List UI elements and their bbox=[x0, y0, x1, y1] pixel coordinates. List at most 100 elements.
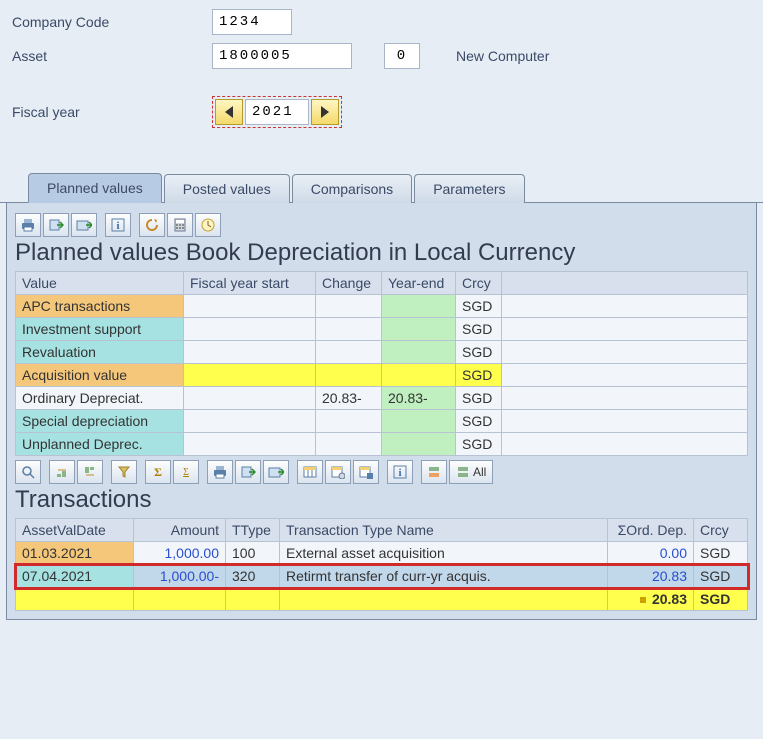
row-crcy: SGD bbox=[456, 364, 502, 387]
planned-values-row[interactable]: Ordinary Depreciat.20.83-20.83-SGD bbox=[16, 387, 748, 410]
col-amount[interactable]: Amount bbox=[134, 519, 226, 542]
tx-total-dep: 20.83 bbox=[608, 588, 694, 611]
tx-name: Retirmt transfer of curr-yr acquis. bbox=[280, 565, 608, 588]
select-all-label: All bbox=[473, 465, 486, 479]
sort-asc-button[interactable] bbox=[49, 460, 75, 484]
refresh-icon bbox=[144, 218, 160, 232]
row-yearend: 20.83- bbox=[382, 387, 456, 410]
planned-values-row[interactable]: RevaluationSGD bbox=[16, 341, 748, 364]
tab-parameters[interactable]: Parameters bbox=[414, 174, 524, 203]
row-fys bbox=[184, 295, 316, 318]
tx-total-spacer bbox=[134, 588, 226, 611]
row-change bbox=[316, 364, 382, 387]
send2-button[interactable] bbox=[263, 460, 289, 484]
tx-amount: 1,000.00- bbox=[134, 565, 226, 588]
asset-description: New Computer bbox=[456, 48, 549, 64]
asset-subnumber-input[interactable] bbox=[384, 43, 420, 69]
export-button[interactable] bbox=[43, 213, 69, 237]
row-fys bbox=[184, 341, 316, 364]
tx-total-crcy: SGD bbox=[694, 588, 748, 611]
printer-icon bbox=[212, 465, 228, 479]
transaction-total-row: 20.83SGD bbox=[16, 588, 748, 611]
fiscal-year-label: Fiscal year bbox=[12, 104, 212, 120]
transaction-row[interactable]: 07.04.20211,000.00-320Retirmt transfer o… bbox=[16, 565, 748, 588]
sum-button[interactable]: Σ bbox=[145, 460, 171, 484]
select-all-icon bbox=[456, 465, 470, 479]
tx-date: 07.04.2021 bbox=[16, 565, 134, 588]
tx-ttype: 100 bbox=[226, 542, 280, 565]
clock-icon bbox=[201, 218, 215, 232]
tab-posted-values[interactable]: Posted values bbox=[164, 174, 290, 203]
detail-button[interactable] bbox=[15, 460, 41, 484]
fiscal-year-input[interactable] bbox=[245, 99, 309, 125]
export2-button[interactable] bbox=[235, 460, 261, 484]
subtotal-button[interactable]: Σ bbox=[173, 460, 199, 484]
row-spacer bbox=[502, 341, 748, 364]
info-icon: i bbox=[111, 218, 125, 232]
tab-strip: Planned values Posted values Comparisons… bbox=[0, 172, 763, 203]
row-label: Acquisition value bbox=[16, 364, 184, 387]
tab-comparisons[interactable]: Comparisons bbox=[292, 174, 412, 203]
planned-values-row[interactable]: Unplanned Deprec.SGD bbox=[16, 433, 748, 456]
calculator-button[interactable] bbox=[167, 213, 193, 237]
sort-desc-icon bbox=[83, 465, 97, 479]
planned-values-row[interactable]: APC transactionsSGD bbox=[16, 295, 748, 318]
filter-button[interactable] bbox=[111, 460, 137, 484]
row-crcy: SGD bbox=[456, 387, 502, 410]
fiscal-year-prev-button[interactable] bbox=[215, 99, 243, 125]
layout-button[interactable] bbox=[297, 460, 323, 484]
select-block-button[interactable] bbox=[421, 460, 447, 484]
sort-desc-button[interactable] bbox=[77, 460, 103, 484]
refresh-button[interactable] bbox=[139, 213, 165, 237]
asset-input[interactable] bbox=[212, 43, 352, 69]
row-label: Revaluation bbox=[16, 341, 184, 364]
select-block-icon bbox=[427, 465, 441, 479]
row-change bbox=[316, 318, 382, 341]
col-ord-dep[interactable]: ΣOrd. Dep. bbox=[608, 519, 694, 542]
transactions-toolbar: Σ Σ i All bbox=[15, 460, 748, 484]
row-label: Investment support bbox=[16, 318, 184, 341]
col-ttype-name[interactable]: Transaction Type Name bbox=[280, 519, 608, 542]
col-change[interactable]: Change bbox=[316, 272, 382, 295]
magnifier-icon bbox=[21, 465, 35, 479]
planned-values-row[interactable]: Acquisition value SGD bbox=[16, 364, 748, 387]
send-button[interactable] bbox=[71, 213, 97, 237]
select-all-button[interactable]: All bbox=[449, 460, 493, 484]
info2-button[interactable]: i bbox=[387, 460, 413, 484]
tx-amount: 1,000.00 bbox=[134, 542, 226, 565]
info-button[interactable]: i bbox=[105, 213, 131, 237]
col-tx-currency[interactable]: Crcy bbox=[694, 519, 748, 542]
layout-change-button[interactable] bbox=[325, 460, 351, 484]
tx-name: External asset acquisition bbox=[280, 542, 608, 565]
col-asset-val-date[interactable]: AssetValDate bbox=[16, 519, 134, 542]
row-yearend bbox=[382, 341, 456, 364]
company-code-input[interactable] bbox=[212, 9, 292, 35]
print-button[interactable] bbox=[15, 213, 41, 237]
asset-label: Asset bbox=[12, 48, 212, 64]
planned-values-row[interactable]: Special depreciationSGD bbox=[16, 410, 748, 433]
tab-planned-values[interactable]: Planned values bbox=[28, 173, 162, 203]
send-icon bbox=[76, 218, 92, 232]
col-fiscal-year-start[interactable]: Fiscal year start bbox=[184, 272, 316, 295]
planned-values-toolbar: i bbox=[15, 213, 748, 237]
planned-values-title: Planned values Book Depreciation in Loca… bbox=[15, 239, 748, 267]
layout-icon bbox=[303, 465, 317, 479]
col-ttype[interactable]: TType bbox=[226, 519, 280, 542]
transaction-row[interactable]: 01.03.20211,000.00100External asset acqu… bbox=[16, 542, 748, 565]
row-spacer bbox=[502, 387, 748, 410]
row-change bbox=[316, 295, 382, 318]
tx-total-spacer bbox=[226, 588, 280, 611]
row-spacer bbox=[502, 318, 748, 341]
transactions-table: AssetValDate Amount TType Transaction Ty… bbox=[15, 518, 748, 611]
history-button[interactable] bbox=[195, 213, 221, 237]
col-value[interactable]: Value bbox=[16, 272, 184, 295]
planned-values-table: Value Fiscal year start Change Year-end … bbox=[15, 271, 748, 456]
col-year-end[interactable]: Year-end bbox=[382, 272, 456, 295]
row-spacer bbox=[502, 295, 748, 318]
planned-values-row[interactable]: Investment support SGD bbox=[16, 318, 748, 341]
print2-button[interactable] bbox=[207, 460, 233, 484]
row-crcy: SGD bbox=[456, 318, 502, 341]
col-currency[interactable]: Crcy bbox=[456, 272, 502, 295]
layout-save-button[interactable] bbox=[353, 460, 379, 484]
fiscal-year-next-button[interactable] bbox=[311, 99, 339, 125]
